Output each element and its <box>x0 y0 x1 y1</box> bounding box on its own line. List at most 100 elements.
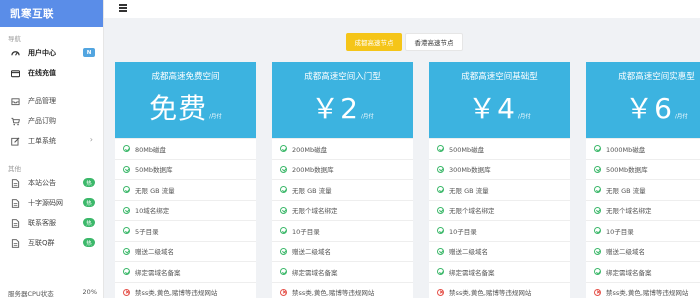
plan-feature-list: 500Mb磁盘 300Mb数据库 无限 GB 流量 无限个域名绑定 10子目录 赠送二级域… <box>429 138 570 298</box>
plan-price-value: ￥4 <box>468 92 516 125</box>
plan-feature-text: 10子目录 <box>292 227 320 236</box>
plan-feature-text: 赠送二级域名 <box>606 248 645 257</box>
sidebar-item-user-center[interactable]: 用户中心 N <box>0 43 103 63</box>
sidebar-item-product-order[interactable]: 产品订购 <box>0 111 103 131</box>
sidebar-item-announcement[interactable]: 本站公告 热 <box>0 173 103 193</box>
plan-feature-text: 10子目录 <box>606 227 634 236</box>
plan-feature-text: 无限个域名绑定 <box>449 207 495 216</box>
plan-card[interactable]: 成都高速空间实惠型 ￥6/月付 1000Mb磁盘 500Mb数据库 无限 GB 流量 无限… <box>586 62 700 298</box>
plan-feature-text: 禁ss类,黄色,赌博等违规网站 <box>135 289 218 298</box>
top-bar <box>104 0 700 18</box>
plan-price-value: 免费 <box>149 92 208 125</box>
plan-card-header: 成都高速空间实惠型 ￥6/月付 <box>586 62 700 138</box>
cross-circle-icon <box>123 288 130 296</box>
check-circle-icon <box>123 227 130 235</box>
plan-price-unit: /月付 <box>360 114 374 120</box>
cross-circle-icon <box>594 288 601 296</box>
sidebar-item-tickets[interactable]: 工单系统 › <box>0 131 103 151</box>
sidebar-item-label: 联系客服 <box>28 219 56 227</box>
plan-feature: 1000Mb磁盘 <box>586 138 700 159</box>
check-circle-icon <box>437 227 444 235</box>
sidebar: 凯寒互联 导航 用户中心 N 在线充值 产品管理 产品订购 工单系统 › 其他 … <box>0 0 104 298</box>
plan-feature: 无限个域名绑定 <box>586 199 700 221</box>
plan-feature-list: 200Mb磁盘 200Mb数据库 无限 GB 流量 无限个域名绑定 10子目录 赠送二级域… <box>272 138 413 298</box>
doc-icon <box>10 198 20 208</box>
doc-icon <box>10 178 20 188</box>
plan-card[interactable]: 成都高速空间入门型 ￥2/月付 200Mb磁盘 200Mb数据库 无限 GB 流量 无限个… <box>272 62 413 298</box>
plan-price-value: ￥2 <box>311 92 359 125</box>
plan-feature-text: 50Mb数据库 <box>135 166 173 175</box>
plan-feature-text: 无限个域名绑定 <box>606 207 652 216</box>
doc-icon <box>10 218 20 228</box>
plan-card[interactable]: 成都高速免费空间 免费/月付 80Mb磁盘 50Mb数据库 无限 GB 流量 10域名绑定… <box>115 62 256 298</box>
plan-feature: 300Mb数据库 <box>429 158 570 180</box>
sidebar-item-label: 用户中心 <box>28 49 56 57</box>
plan-feature-text: 5子目录 <box>135 227 159 236</box>
plan-feature: 绑定需域名备案 <box>115 261 256 282</box>
plan-feature: 赠送二级域名 <box>115 240 256 262</box>
menu-toggle-icon[interactable] <box>119 4 127 12</box>
tab-hongkong[interactable]: 香港高速节点 <box>405 33 463 51</box>
plan-price-unit: /月付 <box>674 114 688 120</box>
plan-feature: 绑定需域名备案 <box>272 261 413 282</box>
inbox-icon <box>10 96 20 106</box>
dashboard-icon <box>10 48 20 58</box>
check-circle-icon <box>123 268 130 276</box>
check-circle-icon <box>123 145 130 153</box>
check-circle-icon <box>437 268 444 276</box>
check-circle-icon <box>594 145 601 153</box>
sidebar-item-label: 产品管理 <box>28 97 56 105</box>
plan-feature-text: 无限 GB 流量 <box>606 186 646 195</box>
check-circle-icon <box>123 186 130 194</box>
check-circle-icon <box>280 165 287 173</box>
sidebar-item-label: 产品订购 <box>28 117 56 125</box>
check-circle-icon <box>437 247 444 255</box>
plan-feature: 无限 GB 流量 <box>429 179 570 200</box>
plan-feature: 10子目录 <box>586 220 700 241</box>
plan-feature: 无限个域名绑定 <box>429 199 570 221</box>
hot-badge: 热 <box>83 238 95 247</box>
check-circle-icon <box>280 247 287 255</box>
plan-card[interactable]: 成都高速空间基础型 ￥4/月付 500Mb磁盘 300Mb数据库 无限 GB 流量 无限个… <box>429 62 570 298</box>
plan-feature-text: 赠送二级域名 <box>135 248 174 257</box>
edit-icon <box>10 136 20 146</box>
plan-price: ￥4/月付 <box>429 87 570 127</box>
plan-feature-text: 80Mb磁盘 <box>135 145 167 154</box>
plan-price-unit: /月付 <box>209 114 222 120</box>
sidebar-item-label: 十字源码网 <box>28 199 63 207</box>
plan-feature: 禁ss类,黄色,赌博等违规网站 <box>272 281 413 298</box>
sidebar-section-other: 其他 <box>8 165 21 173</box>
plan-feature: 绑定需域名备案 <box>429 261 570 282</box>
plan-feature: 10域名绑定 <box>115 199 256 221</box>
cross-circle-icon <box>437 288 444 296</box>
plan-price: ￥2/月付 <box>272 87 413 127</box>
plan-feature: 200Mb数据库 <box>272 158 413 180</box>
plan-feature: 5子目录 <box>115 220 256 241</box>
plan-feature-text: 10子目录 <box>449 227 477 236</box>
sidebar-item-qq-group[interactable]: 互联Q群 热 <box>0 233 103 253</box>
sidebar-item-product-manage[interactable]: 产品管理 <box>0 91 103 111</box>
brand-logo[interactable]: 凯寒互联 <box>0 0 103 27</box>
cross-circle-icon <box>280 288 287 296</box>
check-circle-icon <box>437 186 444 194</box>
cpu-status-label: 服务器CPU状态 <box>8 290 54 298</box>
sidebar-item-source-site[interactable]: 十字源码网 热 <box>0 193 103 213</box>
plan-price: 免费/月付 <box>115 87 256 127</box>
sidebar-item-label: 工单系统 <box>28 137 56 145</box>
tab-chengdu[interactable]: 成都高速节点 <box>346 33 402 51</box>
cart-icon <box>10 116 20 126</box>
plan-feature: 无限 GB 流量 <box>115 179 256 200</box>
check-circle-icon <box>594 165 601 173</box>
plan-feature: 禁ss类,黄色,赌博等违规网站 <box>586 281 700 298</box>
hot-badge: 热 <box>83 218 95 227</box>
app-root: 凯寒互联 导航 用户中心 N 在线充值 产品管理 产品订购 工单系统 › 其他 … <box>0 0 700 298</box>
sidebar-item-contact-support[interactable]: 联系客服 热 <box>0 213 103 233</box>
sidebar-item-recharge[interactable]: 在线充值 <box>0 63 103 83</box>
plan-feature-text: 无限 GB 流量 <box>135 186 175 195</box>
check-circle-icon <box>437 206 444 214</box>
plan-price: ￥6/月付 <box>586 87 700 127</box>
plan-feature-text: 绑定需域名备案 <box>606 268 652 277</box>
check-circle-icon <box>437 145 444 153</box>
plan-feature: 500Mb磁盘 <box>429 138 570 159</box>
plan-feature-list: 80Mb磁盘 50Mb数据库 无限 GB 流量 10域名绑定 5子目录赠送二级域名绑定需… <box>115 138 256 298</box>
